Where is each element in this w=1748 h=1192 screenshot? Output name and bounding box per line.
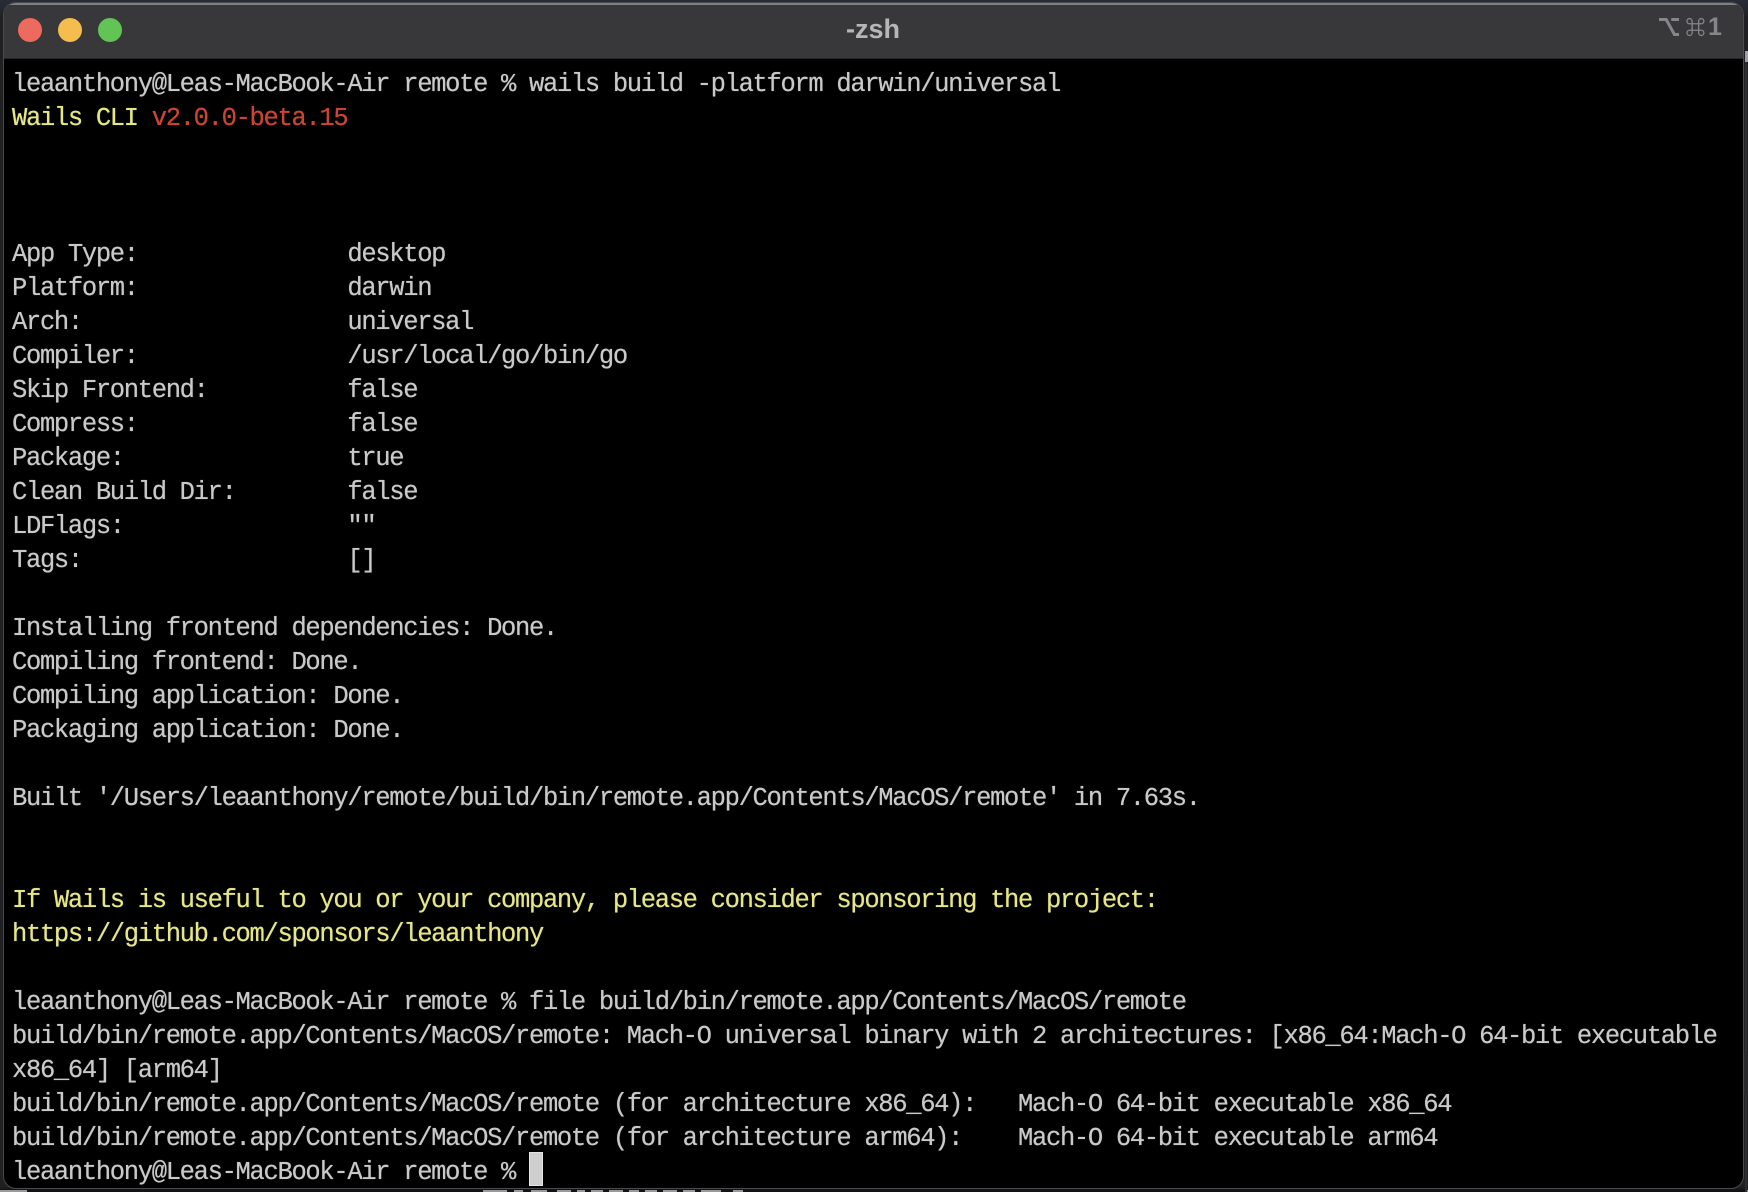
svg-text:1: 1	[1708, 15, 1722, 39]
